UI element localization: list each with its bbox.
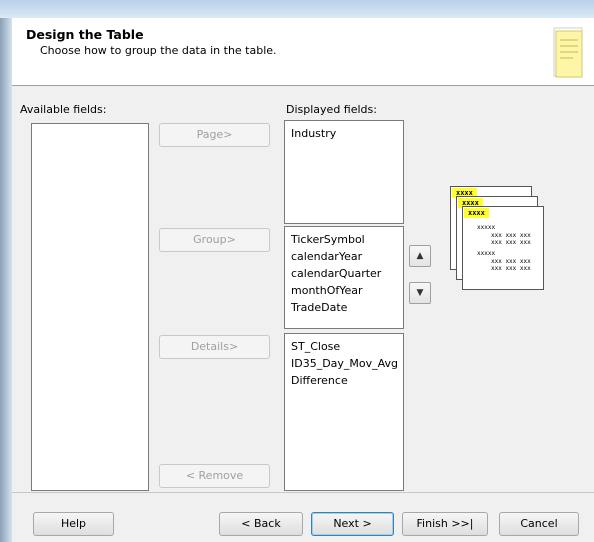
list-item[interactable]: calendarQuarter (285, 265, 403, 282)
preview-line: xxx xxx xxx (491, 265, 531, 272)
next-button[interactable]: Next > (311, 512, 394, 536)
move-up-button[interactable]: ▲ (409, 245, 431, 267)
list-item[interactable]: TradeDate (285, 299, 403, 316)
move-down-button[interactable]: ▼ (409, 282, 431, 304)
list-item[interactable]: ST_Close (285, 338, 403, 355)
cancel-button[interactable]: Cancel (499, 512, 579, 536)
detail-fields-list[interactable]: ST_Close ID35_Day_Mov_Avg Difference (284, 333, 404, 491)
available-fields-label: Available fields: (20, 103, 107, 116)
preview-line: xxx xxx xxx (491, 239, 531, 246)
title-bar-strip (0, 0, 594, 18)
page-subtitle: Choose how to group the data in the tabl… (40, 44, 277, 57)
help-button[interactable]: Help (33, 512, 114, 536)
wizard-dialog: Design the Table Choose how to group the… (12, 18, 594, 542)
group-fields-list[interactable]: TickerSymbol calendarYear calendarQuarte… (284, 226, 404, 329)
window-left-edge (0, 18, 12, 542)
finish-button[interactable]: Finish >>| (402, 512, 488, 536)
wizard-header: Design the Table Choose how to group the… (12, 18, 594, 86)
list-item[interactable]: calendarYear (285, 248, 403, 265)
group-button[interactable]: Group> (159, 228, 270, 252)
remove-button[interactable]: < Remove (159, 464, 270, 488)
available-fields-list[interactable] (31, 123, 149, 491)
list-item[interactable]: Difference (285, 372, 403, 389)
preview-card-front: xxxx xxxxx xxx xxx xxx xxx xxx xxx xxxxx… (462, 206, 544, 290)
table-preview-illustration: xxxx xxxx xxxx xxxxx xxx xxx xxx xxx xxx… (450, 186, 546, 294)
back-button[interactable]: < Back (219, 512, 303, 536)
wizard-notes-icon (553, 27, 583, 78)
arrow-up-icon: ▲ (416, 251, 424, 261)
preview-line: xxxxx (477, 250, 496, 257)
list-item[interactable]: Industry (285, 125, 403, 142)
preview-tag: xxxx (464, 208, 489, 218)
footer-divider (12, 492, 594, 493)
preview-line: xxxxx (477, 224, 496, 231)
page-fields-list[interactable]: Industry (284, 120, 404, 224)
list-item[interactable]: TickerSymbol (285, 231, 403, 248)
page-button[interactable]: Page> (159, 123, 270, 147)
page-title: Design the Table (26, 27, 144, 42)
displayed-fields-label: Displayed fields: (286, 103, 377, 116)
preview-line: xxx xxx xxx (491, 232, 531, 239)
preview-line: xxx xxx xxx (491, 258, 531, 265)
list-item[interactable]: ID35_Day_Mov_Avg (285, 355, 403, 372)
arrow-down-icon: ▼ (416, 288, 424, 298)
list-item[interactable]: monthOfYear (285, 282, 403, 299)
details-button[interactable]: Details> (159, 335, 270, 359)
